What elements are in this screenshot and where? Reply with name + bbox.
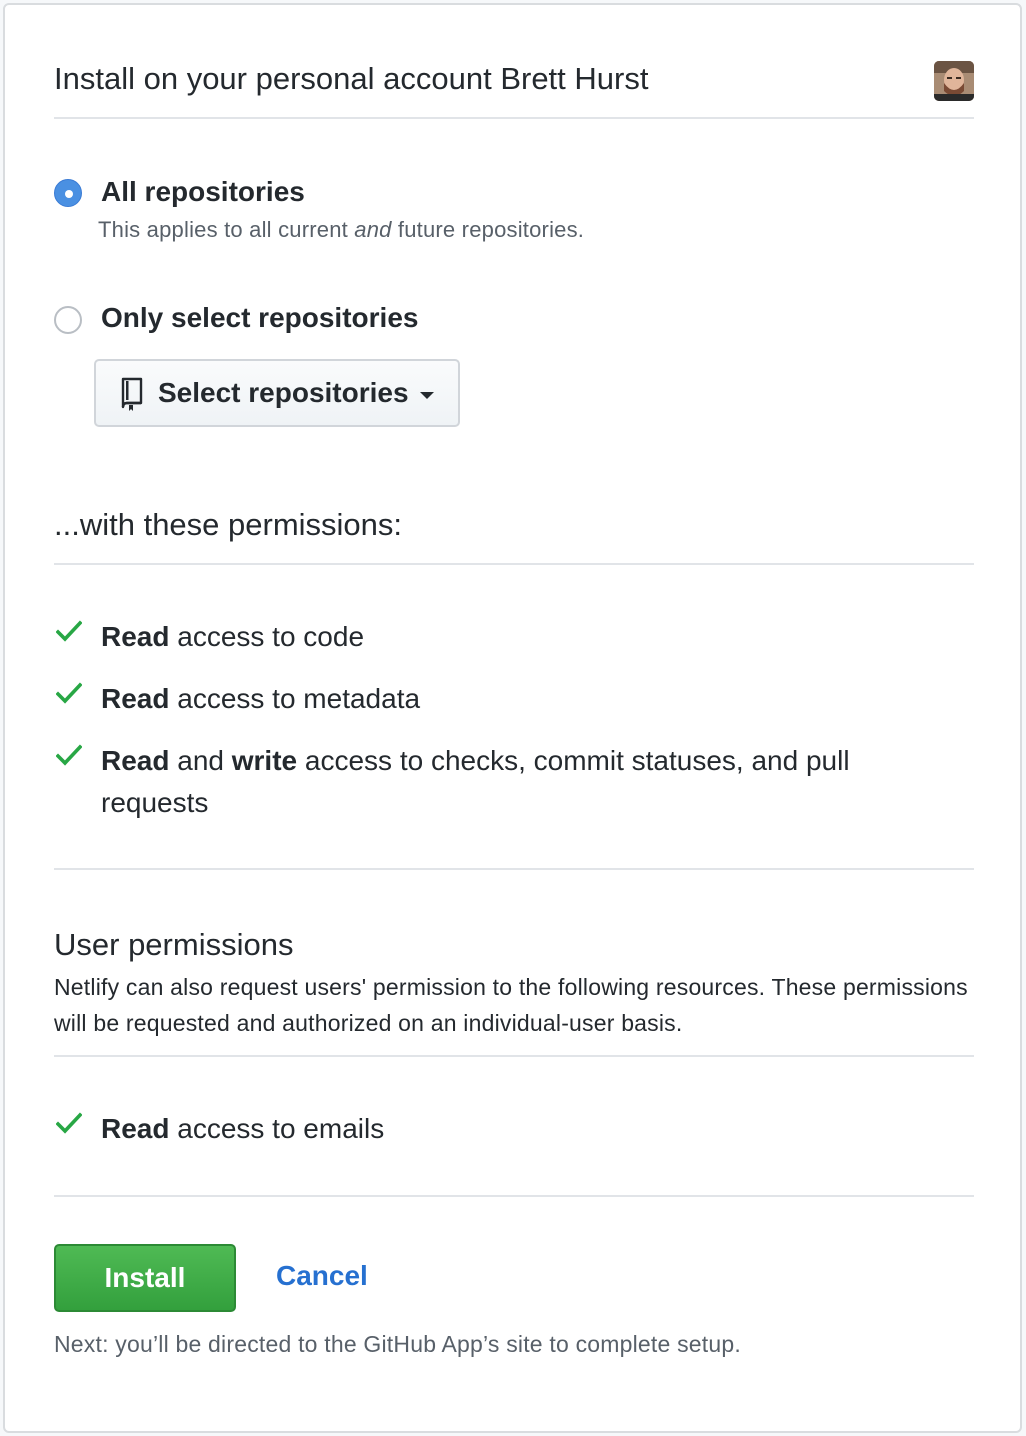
- permission-level-secondary: write: [231, 745, 298, 776]
- user-permissions-description: Netlify can also request users' permissi…: [54, 974, 968, 1036]
- user-avatar-icon: [934, 61, 974, 101]
- install-header: Install on your personal account Brett H…: [54, 57, 974, 119]
- check-icon: [56, 620, 82, 642]
- description-text-end: future repositories.: [391, 217, 585, 242]
- all-repositories-label[interactable]: All repositories: [101, 176, 305, 208]
- permissions-divider: [54, 563, 974, 565]
- repo-book-icon: [121, 377, 143, 411]
- permission-level: Read: [101, 745, 170, 776]
- permission-scope: access to metadata: [169, 683, 421, 714]
- permission-text: Read and write access to checks, commit …: [101, 740, 914, 824]
- permission-text: Read access to code: [101, 616, 914, 658]
- permission-level: Read: [101, 621, 170, 652]
- permissions-bottom-divider: [54, 868, 974, 870]
- permissions-title: ...with these permissions:: [54, 507, 403, 542]
- all-repositories-description: This applies to all current and future r…: [98, 217, 584, 243]
- user-permissions-title: User permissions: [54, 927, 294, 962]
- caret-down-icon: [420, 392, 434, 399]
- permission-level: Read: [101, 1113, 170, 1144]
- select-repositories-button[interactable]: Select repositories: [94, 359, 460, 427]
- install-app-card: Install on your personal account Brett H…: [3, 3, 1022, 1433]
- description-text: This applies to all current: [98, 217, 355, 242]
- check-icon: [56, 1112, 82, 1134]
- check-icon: [56, 744, 82, 766]
- select-repositories-button-label: Select repositories: [158, 377, 409, 408]
- permission-text: Read access to metadata: [101, 678, 914, 720]
- page-title: Install on your personal account Brett H…: [54, 61, 649, 96]
- select-repositories-radio[interactable]: [54, 306, 82, 334]
- permission-scope: access to emails: [169, 1113, 385, 1144]
- description-emphasis: and: [354, 217, 392, 242]
- permission-scope: access to code: [169, 621, 365, 652]
- check-icon: [56, 682, 82, 704]
- cancel-link[interactable]: Cancel: [276, 1260, 368, 1292]
- actions-divider: [54, 1195, 974, 1197]
- avatar: [934, 61, 974, 101]
- permission-joiner: and: [169, 745, 232, 776]
- user-permissions-divider: [54, 1055, 974, 1057]
- next-step-note: Next: you’ll be directed to the GitHub A…: [54, 1331, 741, 1357]
- all-repositories-radio[interactable]: [54, 179, 82, 207]
- permission-level: Read: [101, 683, 170, 714]
- permission-text: Read access to emails: [101, 1108, 914, 1150]
- install-button[interactable]: Install: [54, 1244, 236, 1312]
- select-repositories-label[interactable]: Only select repositories: [101, 302, 418, 334]
